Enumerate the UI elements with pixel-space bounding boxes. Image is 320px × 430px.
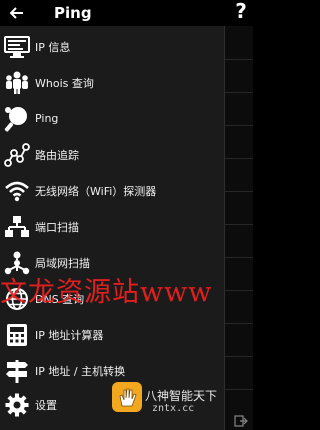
background-content [225,26,253,430]
drawer-item-label: 路由追踪 [35,148,79,162]
navigation-drawer: IP 信息 Whois 查询 Ping 路由追踪 无线网络（WiFi）探测器 端… [0,26,225,430]
drawer-item-label: IP 地址计算器 [35,328,104,342]
hand-icon [119,388,137,407]
watermark-badge-url: zntx.cc [152,403,195,414]
drawer-item-label: 端口扫描 [35,220,79,234]
watermark-logo [112,382,142,412]
help-button[interactable]: ? [234,0,248,24]
ping-pong-icon [4,106,27,132]
page-title: Ping [54,4,92,22]
drawer-item-traceroute[interactable]: 路由追踪 [0,138,225,171]
drawer-item-label: 无线网络（WiFi）探测器 [35,184,157,198]
network-tree-icon [5,215,29,237]
drawer-item-label: 局域网扫描 [35,256,90,270]
drawer-item-port-scan[interactable]: 端口扫描 [0,210,225,243]
exit-icon [234,415,248,427]
drawer-item-label: IP 地址 / 主机转换 [35,364,126,378]
back-button[interactable] [0,0,34,26]
watermark-badge-name: 八神智能天下 [145,389,218,403]
drawer-item-label: Ping [35,112,59,125]
arrow-left-icon [10,7,23,19]
drawer-item-ping[interactable]: Ping [0,102,225,135]
drawer-item-wifi-scanner[interactable]: 无线网络（WiFi）探测器 [0,174,225,207]
app-bar: Ping ? [0,0,253,26]
drawer-item-whois[interactable]: Whois 查询 [0,66,225,99]
drawer-item-ip-calculator[interactable]: IP 地址计算器 [0,318,225,351]
drawer-item-label: IP 信息 [35,40,71,54]
calculator-icon [7,323,27,346]
drawer-item-ip-host-converter[interactable]: IP 地址 / 主机转换 [0,354,225,387]
gear-icon [5,393,29,416]
monitor-icon [4,35,30,58]
people-icon [6,71,28,94]
watermark-text: 文龙资源站www [0,277,213,306]
drawer-item-label: Whois 查询 [35,76,94,90]
signpost-icon [6,359,28,383]
route-icon [4,142,30,167]
drawer-item-label: 设置 [35,398,57,412]
wifi-icon [5,181,29,201]
drawer-item-ip-info[interactable]: IP 信息 [0,30,225,63]
